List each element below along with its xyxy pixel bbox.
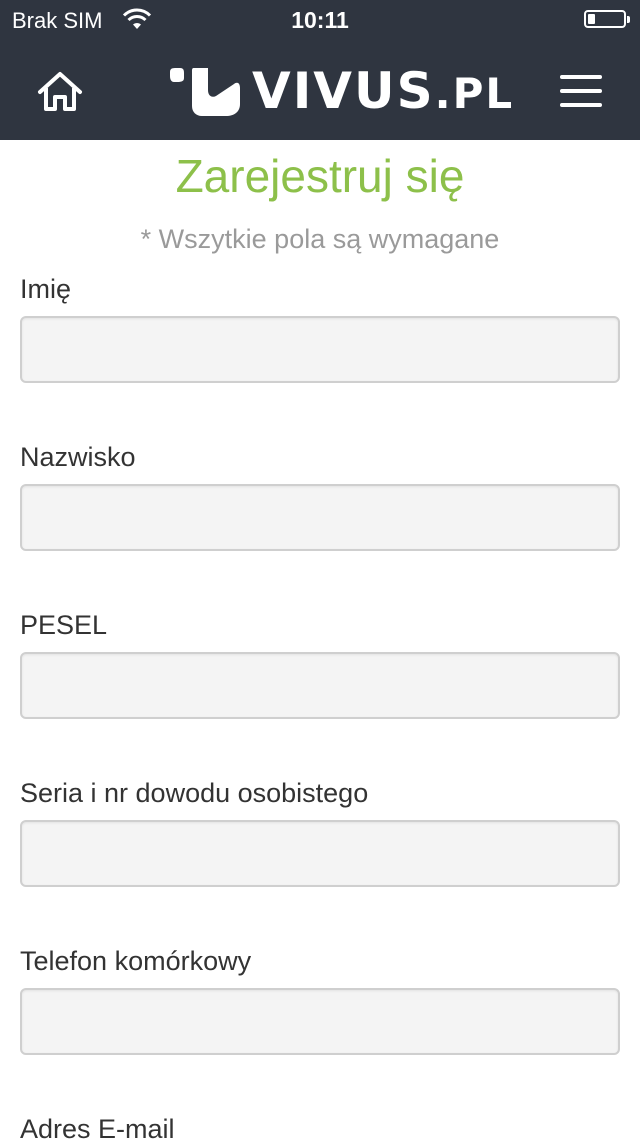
nav-bar: VIVUS.PL — [0, 40, 640, 140]
home-icon[interactable] — [36, 70, 84, 112]
last-name-input[interactable] — [20, 484, 620, 551]
hamburger-menu-icon[interactable] — [560, 75, 602, 107]
first-name-input[interactable] — [20, 316, 620, 383]
vivus-logo[interactable]: VIVUS.PL — [168, 63, 514, 122]
battery-fill — [588, 14, 595, 24]
required-fields-note: * Wszytkie pola są wymagane — [140, 224, 500, 254]
logo-tld: .PL — [434, 68, 515, 118]
menu-bar-top — [560, 75, 602, 79]
id-card-label: Seria i nr dowodu osobistego — [20, 778, 369, 808]
pesel-input[interactable] — [20, 652, 620, 719]
email-label: Adres E-mail — [20, 1114, 175, 1144]
clock: 10:11 — [291, 7, 349, 33]
status-bar: Brak SIM 10:11 — [0, 0, 640, 40]
logo-wordmark: VIVUS.PL — [252, 63, 514, 122]
id-card-field: Seria i nr dowodu osobistego — [20, 776, 620, 887]
last-name-label: Nazwisko — [20, 442, 136, 472]
pesel-field: PESEL — [20, 608, 620, 719]
first-name-label: Imię — [20, 274, 72, 304]
vivus-logo-mark-icon — [170, 68, 240, 116]
page-title: Zarejestruj się — [175, 150, 465, 202]
menu-bar-middle — [560, 89, 602, 93]
logo-name: VIVUS — [252, 61, 435, 120]
email-field: Adres E-mail — [20, 1112, 620, 1146]
mobile-phone-label: Telefon komórkowy — [20, 946, 252, 976]
battery-icon — [584, 10, 630, 28]
mobile-phone-input[interactable] — [20, 988, 620, 1055]
mobile-phone-field: Telefon komórkowy — [20, 944, 620, 1055]
first-name-field: Imię — [20, 272, 620, 383]
id-card-input[interactable] — [20, 820, 620, 887]
last-name-field: Nazwisko — [20, 440, 620, 551]
menu-bar-bottom — [560, 103, 602, 107]
pesel-label: PESEL — [20, 610, 108, 640]
